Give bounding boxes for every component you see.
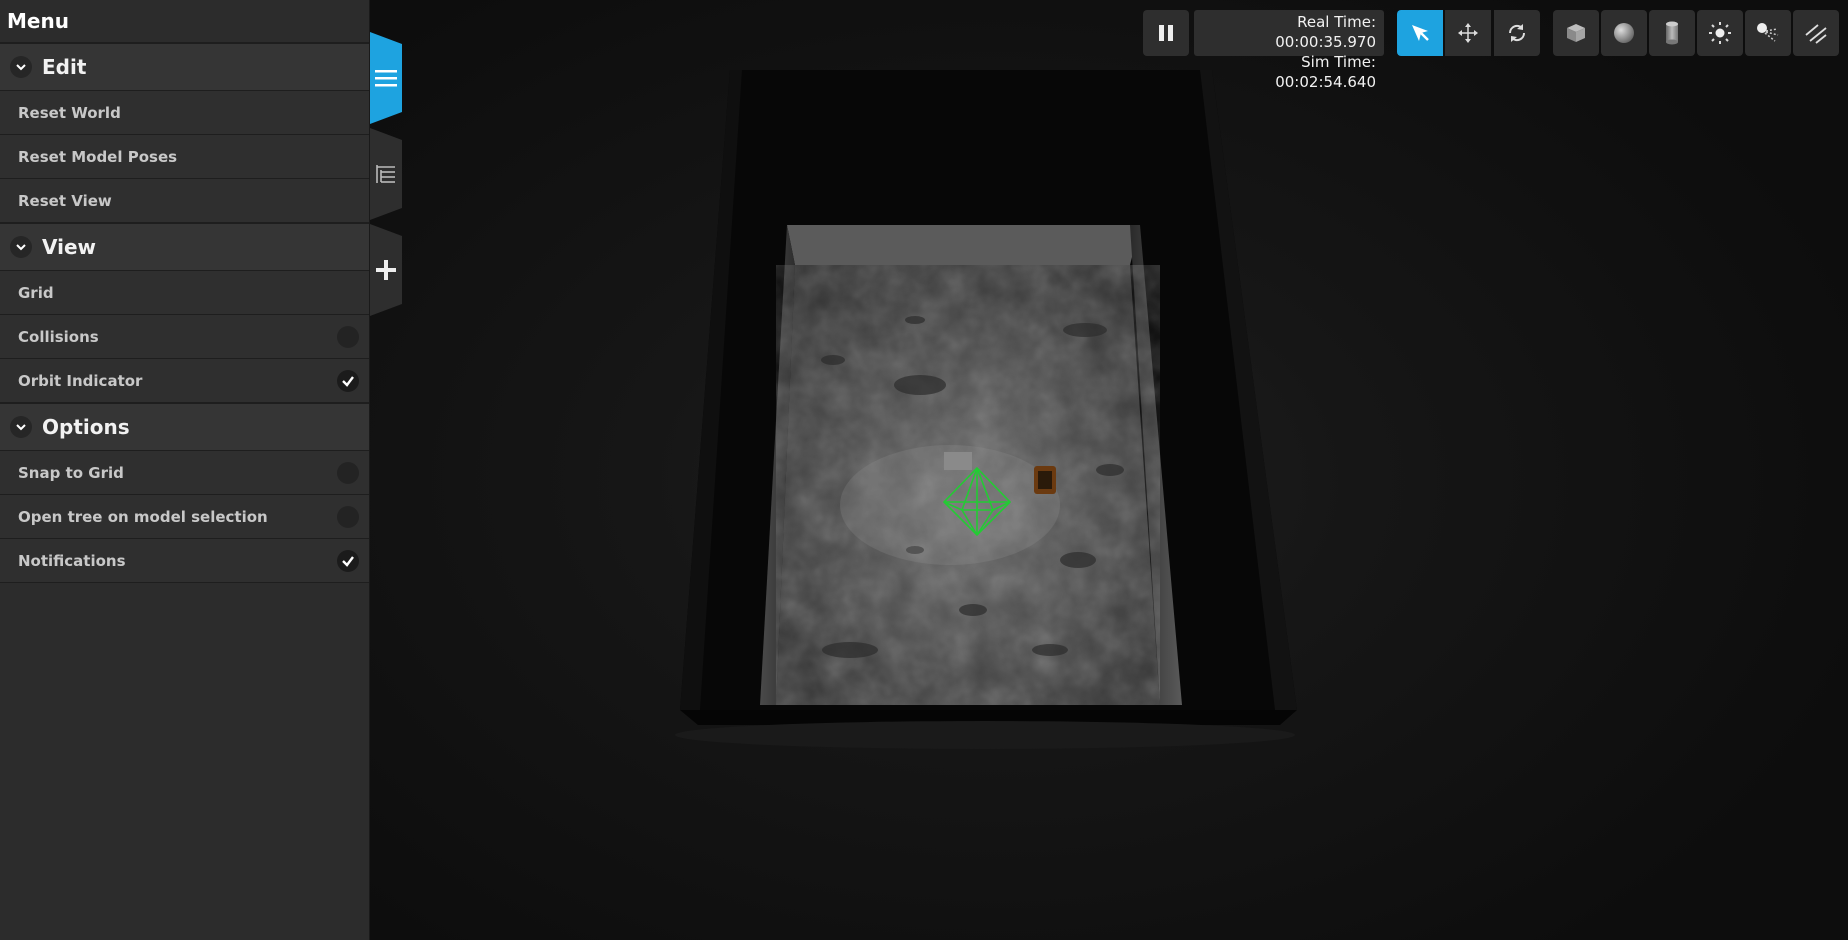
open-tree-toggle[interactable] <box>337 505 359 528</box>
menu-item-notifications[interactable]: Notifications <box>0 539 369 583</box>
menu-item-snap-to-grid[interactable]: Snap to Grid <box>0 451 369 495</box>
time-panel: Real Time: 00:00:35.970 Sim Time: 00:02:… <box>1194 10 1384 91</box>
spot-light-icon <box>1757 23 1779 42</box>
section-title-options: Options <box>42 415 130 439</box>
menu-item-label: Collisions <box>18 327 99 346</box>
sphere-icon <box>1614 23 1634 43</box>
menu-item-reset-view[interactable]: Reset View <box>0 179 369 223</box>
checkmark-icon <box>342 375 354 387</box>
section-title-view: View <box>42 235 97 259</box>
pause-button[interactable] <box>1143 10 1189 56</box>
insert-box-button[interactable] <box>1553 10 1599 56</box>
insert-directional-light-button[interactable] <box>1793 10 1839 56</box>
menu-item-label: Orbit Indicator <box>18 371 143 390</box>
menu-item-label: Snap to Grid <box>18 463 124 482</box>
pause-icon <box>1159 25 1173 41</box>
menu-icon <box>375 70 397 87</box>
lunar-terrain <box>760 225 1182 705</box>
point-light-icon <box>1709 22 1731 44</box>
menu-item-label: Reset World <box>18 103 121 122</box>
menu-item-label: Reset Model Poses <box>18 147 178 166</box>
menu-title: Menu <box>0 0 369 43</box>
tab-tree[interactable] <box>370 128 402 220</box>
menu-item-reset-model-poses[interactable]: Reset Model Poses <box>0 135 369 179</box>
select-mode-button[interactable] <box>1397 10 1443 56</box>
menu-item-grid[interactable]: Grid <box>0 271 369 315</box>
section-header-view[interactable]: View <box>0 223 369 271</box>
menu-item-label: Grid <box>18 283 54 302</box>
rotate-mode-button[interactable] <box>1494 10 1540 56</box>
insert-cylinder-button[interactable] <box>1649 10 1695 56</box>
translate-mode-button[interactable] <box>1445 10 1491 56</box>
tree-icon <box>376 165 395 183</box>
real-time-value: 00:00:35.970 <box>1275 33 1376 51</box>
chevron-down-icon <box>10 416 32 438</box>
cylinder-icon <box>1666 21 1678 45</box>
section-header-options[interactable]: Options <box>0 403 369 451</box>
notifications-toggle[interactable] <box>337 549 359 572</box>
insert-sphere-button[interactable] <box>1601 10 1647 56</box>
sim-time-label: Sim Time: <box>1301 53 1376 71</box>
menu-panel: Menu Edit Reset World Reset Model Poses … <box>0 0 370 940</box>
snap-to-grid-toggle[interactable] <box>337 461 359 484</box>
translate-icon <box>1458 23 1478 43</box>
directional-light-icon <box>1805 24 1827 44</box>
menu-item-label: Reset View <box>18 191 112 210</box>
section-header-edit[interactable]: Edit <box>0 43 369 91</box>
plus-icon <box>376 260 396 280</box>
select-icon <box>1412 25 1429 41</box>
chevron-down-icon <box>10 56 32 78</box>
box-icon <box>1567 24 1585 42</box>
collisions-toggle[interactable] <box>337 325 359 348</box>
section-title-edit: Edit <box>42 55 87 79</box>
tab-insert[interactable] <box>370 224 402 316</box>
menu-item-label: Notifications <box>18 551 126 570</box>
real-time-label: Real Time: <box>1297 13 1376 31</box>
menu-item-orbit-indicator[interactable]: Orbit Indicator <box>0 359 369 403</box>
insert-point-light-button[interactable] <box>1697 10 1743 56</box>
menu-item-collisions[interactable]: Collisions <box>0 315 369 359</box>
checkmark-icon <box>342 555 354 567</box>
rotate-icon <box>1508 24 1526 42</box>
menu-item-reset-world[interactable]: Reset World <box>0 91 369 135</box>
menu-item-label: Open tree on model selection <box>18 507 268 526</box>
orbit-indicator-toggle[interactable] <box>337 369 359 392</box>
chevron-down-icon <box>10 236 32 258</box>
insert-spot-light-button[interactable] <box>1745 10 1791 56</box>
sim-time-value: 00:02:54.640 <box>1275 73 1376 91</box>
menu-item-open-tree[interactable]: Open tree on model selection <box>0 495 369 539</box>
tab-menu[interactable] <box>370 32 402 124</box>
